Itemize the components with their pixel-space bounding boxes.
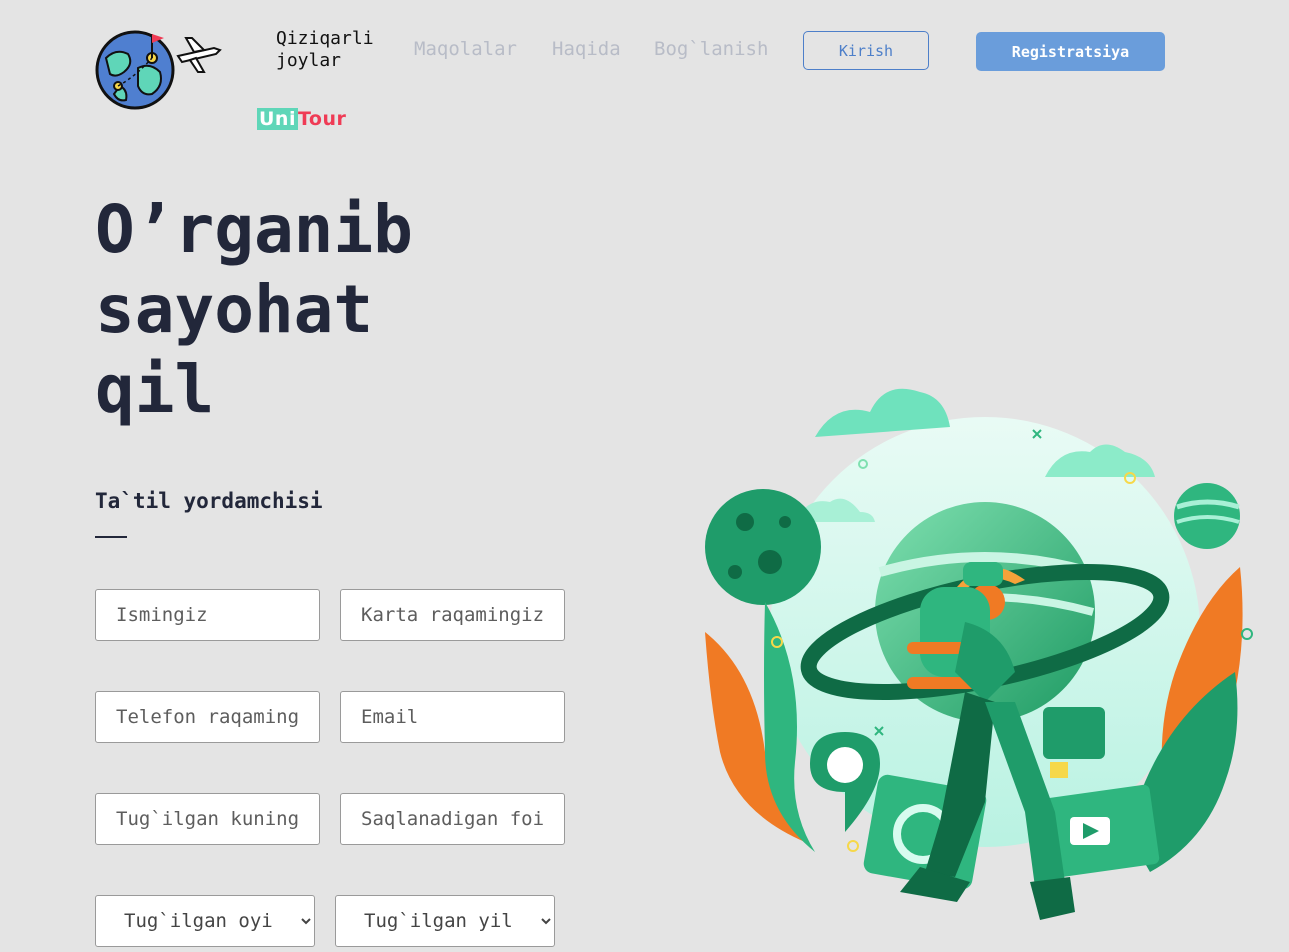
nav-link-about[interactable]: Haqida [552, 38, 621, 60]
birthday-input[interactable] [95, 793, 320, 845]
register-button[interactable]: Registratsiya [976, 32, 1165, 71]
airplane-icon [176, 37, 222, 73]
name-input[interactable] [95, 589, 320, 641]
title-underline [95, 536, 127, 538]
birth-month-select[interactable]: Tug`ilgan oyi [95, 895, 315, 947]
logo[interactable]: Uni Tour [94, 28, 346, 130]
saving-percent-input[interactable] [340, 793, 565, 845]
globe-logo-icon [95, 30, 222, 110]
traveler-illustration [705, 388, 1253, 920]
birth-year-select[interactable]: Tug`ilgan yil [335, 895, 555, 947]
logo-wordmark: Uni Tour [257, 108, 347, 130]
phone-input[interactable] [95, 691, 320, 743]
nav-link-contact[interactable]: Bog`lanish [654, 38, 768, 60]
hero-title: O’rganib sayohat qil [95, 191, 413, 428]
card-number-input[interactable] [340, 589, 565, 641]
login-button[interactable]: Kirish [803, 31, 929, 70]
page: Uni Tour Qiziqarli joylar Maqolalar Haqid… [0, 0, 1289, 952]
form-title: Ta`til yordamchisi [95, 489, 323, 513]
email-input[interactable] [340, 691, 565, 743]
nav-link-interesting-places[interactable]: Qiziqarli joylar [276, 28, 396, 72]
nav-link-articles[interactable]: Maqolalar [414, 38, 517, 60]
